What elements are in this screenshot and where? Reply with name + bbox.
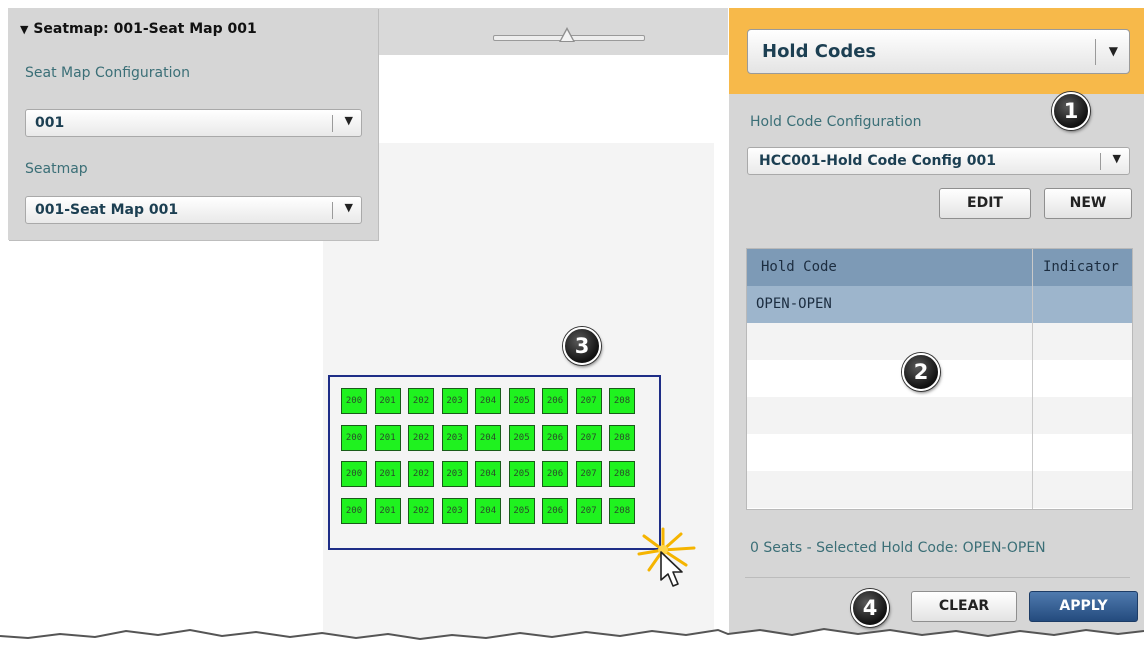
seat[interactable]: 206 [542, 388, 568, 414]
seat-map-configuration-select[interactable]: 001 ▼ [25, 109, 362, 137]
seat[interactable]: 201 [374, 497, 401, 524]
table-row[interactable] [747, 360, 1132, 397]
callout-badge-3: 3 [563, 327, 601, 365]
column-divider [1032, 249, 1033, 509]
chevron-down-icon[interactable]: ▼ [1113, 152, 1121, 165]
seat[interactable]: 200 [341, 497, 367, 524]
seat[interactable]: 208 [609, 461, 635, 487]
seat-map-configuration-value: 001 [35, 115, 65, 131]
seat[interactable]: 207 [575, 388, 602, 414]
seat-map-configuration-label: Seat Map Configuration [25, 65, 190, 81]
seat[interactable]: 208 [609, 424, 635, 451]
seat[interactable]: 204 [475, 388, 501, 414]
seat[interactable]: 205 [508, 461, 535, 487]
hold-code-config-label: Hold Code Configuration [750, 114, 922, 130]
column-header-hold-code[interactable]: Hold Code [761, 259, 837, 275]
callout-badge-2: 2 [902, 353, 940, 391]
seat[interactable]: 207 [575, 424, 602, 451]
seat[interactable]: 204 [475, 497, 501, 524]
select-divider [332, 115, 333, 132]
chevron-down-icon[interactable]: ▼ [1109, 44, 1118, 58]
torn-edge-decoration [0, 627, 1144, 662]
seat[interactable]: 200 [341, 388, 367, 414]
status-text: 0 Seats - Selected Hold Code: OPEN-OPEN [750, 540, 1046, 556]
select-divider [1100, 153, 1101, 170]
zoom-slider-thumb-inner [561, 30, 573, 41]
seat[interactable]: 208 [609, 388, 635, 414]
seat[interactable]: 202 [408, 388, 434, 414]
seat[interactable]: 202 [408, 424, 434, 451]
seatmap-value: 001-Seat Map 001 [35, 202, 179, 218]
seat[interactable]: 207 [575, 497, 602, 524]
seat[interactable]: 202 [408, 461, 434, 487]
panel-title[interactable]: ▼ Seatmap: 001-Seat Map 001 [20, 21, 257, 37]
seat[interactable]: 201 [374, 461, 401, 487]
seat[interactable]: 203 [441, 388, 468, 414]
select-divider [1095, 39, 1096, 65]
seat[interactable]: 200 [341, 461, 367, 487]
seat[interactable]: 207 [575, 461, 602, 487]
hold-code-config-select[interactable]: HCC001-Hold Code Config 001 ▼ [747, 147, 1130, 175]
seat[interactable]: 206 [542, 497, 568, 524]
collapse-triangle-icon[interactable]: ▼ [20, 23, 28, 36]
seat[interactable]: 202 [408, 497, 434, 524]
seat[interactable]: 208 [609, 497, 635, 524]
seat[interactable]: 203 [441, 424, 468, 451]
table-row[interactable] [747, 323, 1132, 360]
column-header-indicator[interactable]: Indicator [1043, 259, 1119, 275]
hold-code-config-value: HCC001-Hold Code Config 001 [759, 153, 996, 169]
panel-title-text: Seatmap: 001-Seat Map 001 [33, 21, 257, 37]
select-divider [332, 202, 333, 219]
hold-code-table: Hold Code Indicator OPEN-OPEN [746, 248, 1133, 510]
mode-select[interactable]: Hold Codes ▼ [747, 29, 1130, 74]
seat[interactable]: 206 [542, 461, 568, 487]
table-header: Hold Code Indicator [747, 249, 1132, 286]
callout-badge-1: 1 [1052, 92, 1090, 130]
table-row[interactable] [747, 434, 1132, 471]
seat[interactable]: 205 [508, 497, 535, 524]
seat[interactable]: 205 [508, 424, 535, 451]
seat[interactable]: 204 [475, 461, 501, 487]
mode-select-value: Hold Codes [762, 41, 877, 62]
seat[interactable]: 206 [542, 424, 568, 451]
seatmap-label: Seatmap [25, 161, 88, 177]
seat[interactable]: 204 [475, 424, 501, 451]
new-button[interactable]: NEW [1044, 188, 1132, 219]
hold-code-cell: OPEN-OPEN [756, 296, 832, 312]
table-row[interactable]: OPEN-OPEN [747, 286, 1132, 323]
edit-button[interactable]: EDIT [939, 188, 1031, 219]
seatmap-select[interactable]: 001-Seat Map 001 ▼ [25, 196, 362, 224]
seat[interactable]: 203 [441, 497, 468, 524]
seat[interactable]: 205 [508, 388, 535, 414]
seat[interactable]: 203 [441, 461, 468, 487]
seatmap-config-panel: ▼ Seatmap: 001-Seat Map 001 Seat Map Con… [8, 8, 378, 240]
seat[interactable]: 200 [341, 424, 367, 451]
arrow-cursor-icon [660, 551, 683, 587]
chevron-down-icon[interactable]: ▼ [345, 114, 353, 127]
seat[interactable]: 201 [374, 388, 401, 414]
table-row[interactable] [747, 471, 1132, 508]
chevron-down-icon[interactable]: ▼ [345, 201, 353, 214]
divider [745, 577, 1130, 578]
table-row[interactable] [747, 397, 1132, 434]
seat[interactable]: 201 [374, 424, 401, 451]
